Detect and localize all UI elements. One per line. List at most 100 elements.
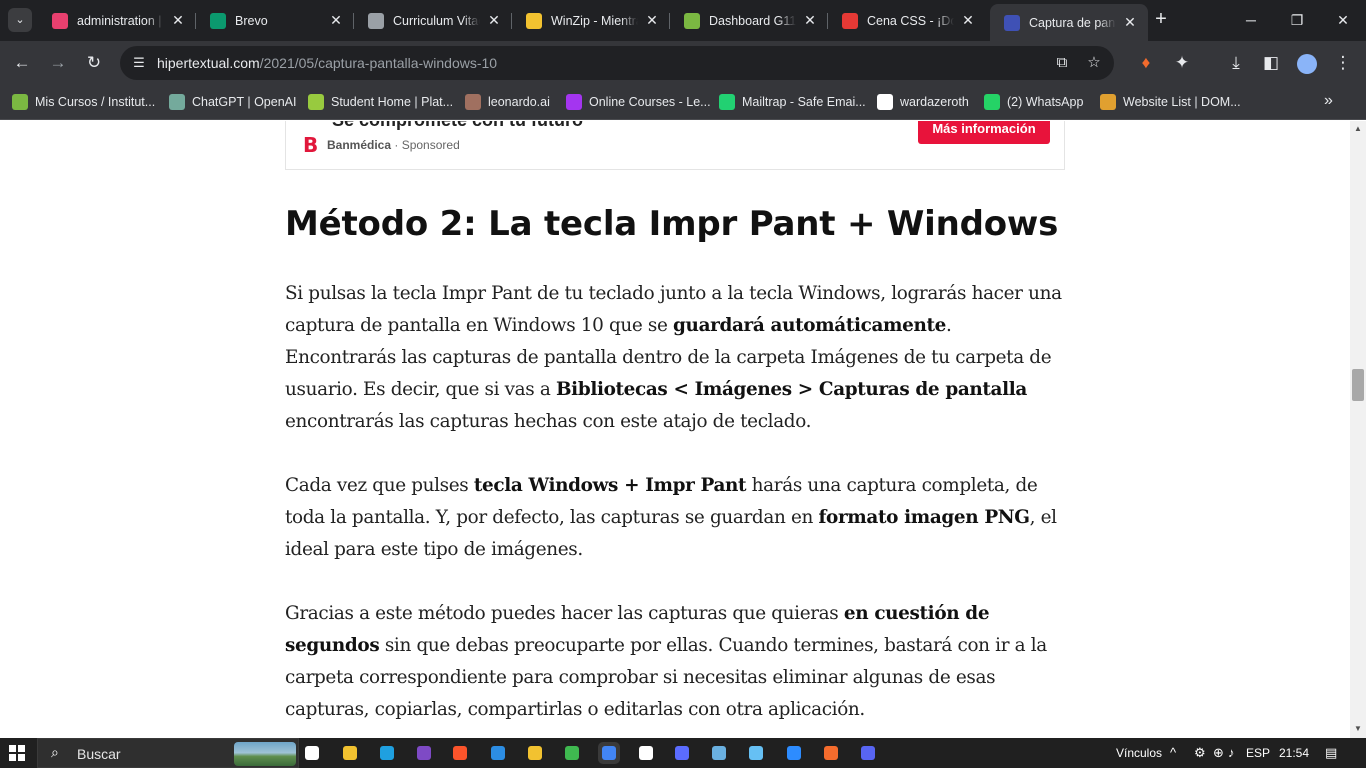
chrome-icon[interactable] bbox=[598, 742, 620, 764]
notifications-icon[interactable]: ▤ bbox=[1325, 745, 1337, 761]
tab-title: Brevo bbox=[235, 13, 268, 28]
article-body: Método 2: La tecla Impr Pant + Windows S… bbox=[285, 203, 1067, 726]
opera-gx-icon[interactable] bbox=[524, 742, 546, 764]
analytics-icon bbox=[52, 12, 68, 29]
reload-icon[interactable]: ↻ bbox=[80, 49, 108, 77]
bookmark-label: wardazeroth bbox=[900, 95, 969, 109]
tor-browser-icon[interactable] bbox=[413, 742, 435, 764]
paragraph-2: Cada vez que pulses tecla Windows + Impr… bbox=[285, 470, 1067, 566]
bookmark-item[interactable]: Mis Cursos / Institut... bbox=[12, 92, 155, 112]
bookmark-star-icon[interactable]: ☆ bbox=[1084, 53, 1104, 73]
brave-icon[interactable] bbox=[449, 742, 471, 764]
restore-icon[interactable]: ❐ bbox=[1274, 0, 1320, 41]
volume-icon[interactable]: ♪ bbox=[1228, 745, 1235, 760]
file-explorer-icon[interactable] bbox=[339, 742, 361, 764]
new-tab-plus-icon[interactable]: + bbox=[1150, 8, 1172, 32]
back-icon[interactable]: ← bbox=[8, 49, 36, 77]
tab-3[interactable]: Curriculum Vitae ✕ bbox=[354, 4, 512, 37]
discord-icon[interactable] bbox=[857, 742, 879, 764]
windows-start-icon[interactable] bbox=[9, 745, 25, 761]
body-text: encontrarás las capturas hechas con este… bbox=[285, 411, 812, 432]
bookmark-item[interactable]: Student Home | Plat... bbox=[308, 92, 453, 112]
windows-taskbar: ⌕ Buscar Vínculos ^ ⚙ ⊕ ♪ ESP 21:54 ▤ bbox=[0, 738, 1366, 768]
address-bar[interactable]: ☰ hipertextual.com/2021/05/captura-panta… bbox=[120, 46, 1114, 80]
menu-kebab-icon[interactable]: ⋮ bbox=[1329, 49, 1357, 77]
tab-close-icon[interactable]: ✕ bbox=[170, 12, 186, 29]
tray-device-icon[interactable]: ⚙ bbox=[1194, 745, 1206, 761]
tab-close-icon[interactable]: ✕ bbox=[802, 12, 818, 29]
bookmark-label: ChatGPT | OpenAI bbox=[192, 95, 297, 109]
origin-icon[interactable] bbox=[820, 742, 842, 764]
bookmark-label: leonardo.ai bbox=[488, 95, 550, 109]
paragraph-1: Si pulsas la tecla Impr Pant de tu tecla… bbox=[285, 278, 1067, 438]
banmedica-logo-icon: B bbox=[303, 133, 319, 157]
zoom-icon[interactable] bbox=[783, 742, 805, 764]
side-panel-icon[interactable]: ◧ bbox=[1257, 49, 1285, 77]
tab-5[interactable]: Dashboard G11 ✕ bbox=[670, 4, 828, 37]
edge-icon[interactable] bbox=[376, 742, 398, 764]
vscode-icon[interactable] bbox=[487, 742, 509, 764]
bookmark-item[interactable]: ChatGPT | OpenAI bbox=[169, 92, 296, 112]
winzip-icon bbox=[526, 12, 542, 29]
leonardo-icon bbox=[465, 94, 481, 110]
tab-close-icon[interactable]: ✕ bbox=[486, 12, 502, 29]
bookmark-item[interactable]: Website List | DOM... bbox=[1100, 92, 1241, 112]
tab-close-icon[interactable]: ✕ bbox=[960, 12, 976, 29]
bookmark-item[interactable]: Mailtrap - Safe Emai... bbox=[719, 92, 866, 112]
tab-title: Dashboard G11 bbox=[709, 13, 796, 28]
scroll-down-icon[interactable]: ▼ bbox=[1354, 725, 1362, 733]
language-indicator[interactable]: ESP bbox=[1246, 746, 1270, 760]
bookmark-item[interactable]: (2) WhatsApp bbox=[984, 92, 1083, 112]
dom-icon bbox=[1100, 94, 1116, 110]
bookmark-item[interactable]: wardazeroth bbox=[877, 92, 969, 112]
tab-close-icon[interactable]: ✕ bbox=[644, 12, 660, 29]
close-window-icon[interactable]: ✕ bbox=[1320, 0, 1366, 41]
tray-links-label[interactable]: Vínculos bbox=[1116, 746, 1162, 760]
tab-4[interactable]: WinZip - Mientras ✕ bbox=[512, 4, 670, 37]
extensions-puzzle-icon[interactable]: ✦ bbox=[1168, 49, 1196, 77]
tab-search-chevron-icon[interactable]: ⌄ bbox=[8, 8, 32, 32]
sponsored-ad[interactable]: Sé compromete con tu futuro B Banmédica … bbox=[285, 121, 1065, 170]
bookmark-label: Website List | DOM... bbox=[1123, 95, 1241, 109]
tab-close-icon[interactable]: ✕ bbox=[1122, 14, 1138, 31]
search-icon: ⌕ bbox=[51, 744, 59, 760]
bookmark-item[interactable]: Online Courses - Le... bbox=[566, 92, 711, 112]
tab-strip: ⌄ administration | a ✕ Brevo ✕ Curriculum Vi… bbox=[0, 0, 1366, 41]
bookmark-item[interactable]: leonardo.ai bbox=[465, 92, 550, 112]
task-view-icon[interactable] bbox=[301, 742, 323, 764]
minimize-icon[interactable]: ─ bbox=[1228, 0, 1274, 41]
url-path: /2021/05/captura-pantalla-windows-10 bbox=[259, 55, 498, 71]
site-settings-icon[interactable]: ☰ bbox=[129, 53, 149, 73]
downloads-icon[interactable]: ⤓ bbox=[1222, 49, 1250, 77]
page-content: Sé compromete con tu futuro B Banmédica … bbox=[0, 121, 1350, 738]
tab-6[interactable]: Cena CSS - ¡Done ✕ bbox=[828, 4, 986, 37]
figma-plugin-icon[interactable] bbox=[671, 742, 693, 764]
steam-icon[interactable] bbox=[745, 742, 767, 764]
tab-7[interactable]: Captura de pantalla ✕ bbox=[990, 4, 1148, 41]
tab-1[interactable]: administration | a ✕ bbox=[38, 4, 196, 37]
clock[interactable]: 21:54 bbox=[1279, 746, 1309, 760]
openai-icon bbox=[169, 94, 185, 110]
network-icon[interactable]: ⊕ bbox=[1213, 745, 1224, 761]
ad-cta-button[interactable]: Más información bbox=[918, 121, 1050, 144]
bookmark-label: Student Home | Plat... bbox=[331, 95, 454, 109]
forward-icon[interactable]: → bbox=[44, 49, 72, 77]
tray-chevron-up-icon[interactable]: ^ bbox=[1170, 745, 1176, 760]
tab-2[interactable]: Brevo ✕ bbox=[196, 4, 354, 37]
ad-headline[interactable]: Sé compromete con tu futuro bbox=[332, 121, 583, 131]
bookmarks-overflow-icon[interactable]: » bbox=[1324, 92, 1333, 110]
scroll-thumb[interactable] bbox=[1352, 369, 1364, 401]
media-player-icon[interactable] bbox=[635, 742, 657, 764]
url-text[interactable]: hipertextual.com/2021/05/captura-pantall… bbox=[157, 55, 497, 71]
taskbar-search[interactable]: ⌕ Buscar bbox=[37, 738, 299, 768]
scroll-up-icon[interactable]: ▲ bbox=[1354, 125, 1362, 133]
install-app-icon[interactable]: ⧉ bbox=[1052, 53, 1072, 73]
profile-avatar-icon[interactable] bbox=[1293, 49, 1321, 77]
tab-close-icon[interactable]: ✕ bbox=[328, 12, 344, 29]
vertical-scrollbar[interactable]: ▲ ▼ bbox=[1350, 121, 1366, 738]
extension-flame-icon[interactable]: ♦ bbox=[1132, 49, 1160, 77]
avast-browser-icon[interactable] bbox=[561, 742, 583, 764]
bookmarks-bar: Mis Cursos / Institut... ChatGPT | OpenAI… bbox=[0, 85, 1366, 120]
bookmark-label: Online Courses - Le... bbox=[589, 95, 711, 109]
terminal-icon[interactable] bbox=[708, 742, 730, 764]
